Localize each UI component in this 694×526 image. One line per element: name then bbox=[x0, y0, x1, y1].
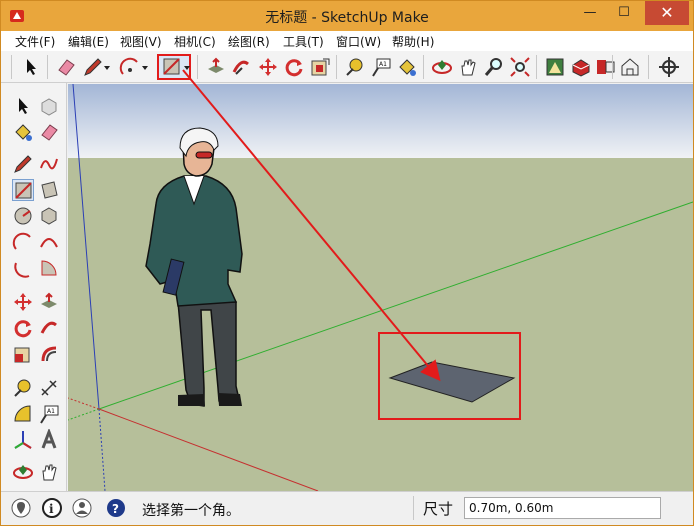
main-toolbar: A1 bbox=[1, 51, 693, 83]
title-bar[interactable]: 无标题 - SketchUp Make — ☐ ✕ bbox=[1, 1, 693, 31]
pan-icon[interactable] bbox=[38, 461, 60, 483]
make-component-icon[interactable] bbox=[38, 95, 60, 117]
status-message: 选择第一个角。 bbox=[142, 503, 240, 519]
left-toolbar: A1 bbox=[1, 83, 67, 491]
rotate-icon[interactable] bbox=[283, 56, 305, 78]
toolbar-separator bbox=[197, 55, 198, 79]
svg-text:A1: A1 bbox=[379, 61, 387, 68]
rotate-icon[interactable] bbox=[12, 317, 34, 339]
help-icon[interactable]: ? bbox=[106, 498, 126, 518]
circle-icon[interactable] bbox=[12, 205, 34, 227]
menu-draw[interactable]: 绘图(R) bbox=[228, 33, 270, 50]
extension-icon[interactable] bbox=[570, 56, 592, 78]
two-point-arc-icon[interactable] bbox=[38, 231, 60, 253]
text-icon[interactable]: A1 bbox=[38, 403, 60, 425]
svg-text:?: ? bbox=[112, 502, 119, 516]
rectangle-icon[interactable] bbox=[157, 54, 191, 80]
offset-icon[interactable] bbox=[309, 56, 331, 78]
sky bbox=[68, 84, 693, 158]
paint-bucket-icon[interactable] bbox=[396, 56, 418, 78]
three-point-arc-icon[interactable] bbox=[12, 257, 34, 279]
select-icon[interactable] bbox=[12, 95, 34, 117]
rotated-rectangle-icon[interactable] bbox=[38, 179, 60, 201]
rectangle-icon[interactable] bbox=[12, 179, 34, 201]
protractor-icon[interactable] bbox=[12, 403, 34, 425]
tape-measure-icon[interactable] bbox=[12, 377, 34, 399]
pie-icon[interactable] bbox=[38, 257, 60, 279]
orbit-icon[interactable] bbox=[12, 461, 34, 483]
menu-file[interactable]: 文件(F) bbox=[15, 33, 55, 50]
paint-bucket-icon[interactable] bbox=[12, 121, 34, 143]
status-bar: i ? 选择第一个角。 尺寸 0.70m, 0.60m bbox=[1, 491, 693, 525]
menu-help[interactable]: 帮助(H) bbox=[392, 33, 434, 50]
push-pull-icon[interactable] bbox=[205, 56, 227, 78]
pencil-icon[interactable] bbox=[12, 153, 34, 175]
dimension-icon[interactable] bbox=[38, 377, 60, 399]
arc-icon[interactable] bbox=[119, 56, 141, 78]
measurements-label: 尺寸 bbox=[423, 500, 454, 518]
push-pull-icon[interactable] bbox=[38, 291, 60, 313]
maximize-button[interactable]: ☐ bbox=[609, 1, 639, 25]
toolbar-separator bbox=[536, 55, 537, 79]
eraser-icon[interactable] bbox=[38, 121, 60, 143]
orbit-icon[interactable] bbox=[431, 56, 453, 78]
scene-canvas[interactable] bbox=[68, 84, 693, 491]
menu-view[interactable]: 视图(V) bbox=[120, 33, 162, 50]
3d-text-icon[interactable] bbox=[38, 427, 60, 451]
move-icon[interactable] bbox=[257, 56, 279, 78]
menu-tools[interactable]: 工具(T) bbox=[283, 33, 324, 50]
scale-icon[interactable] bbox=[12, 343, 34, 365]
zoom-extents-icon[interactable] bbox=[509, 56, 531, 78]
toolbar-separator bbox=[47, 55, 48, 79]
chevron-down-icon[interactable] bbox=[141, 56, 149, 78]
pan-icon[interactable] bbox=[457, 56, 479, 78]
text-icon[interactable]: A1 bbox=[370, 56, 392, 78]
freehand-icon[interactable] bbox=[38, 153, 60, 175]
offset-icon[interactable] bbox=[38, 343, 60, 365]
svg-text:i: i bbox=[49, 502, 54, 516]
position-camera-icon[interactable] bbox=[658, 56, 680, 78]
components-icon[interactable] bbox=[595, 56, 617, 78]
info-icon[interactable]: i bbox=[42, 498, 62, 518]
move-icon[interactable] bbox=[12, 291, 34, 313]
zoom-icon[interactable] bbox=[483, 56, 505, 78]
menu-bar: 文件(F) 编辑(E) 视图(V) 相机(C) 绘图(R) 工具(T) 窗口(W… bbox=[1, 31, 693, 51]
sketchup-window: 无标题 - SketchUp Make — ☐ ✕ 文件(F) 编辑(E) 视图… bbox=[0, 0, 694, 526]
toolbar-separator bbox=[423, 55, 424, 79]
minimize-button[interactable]: — bbox=[575, 1, 605, 25]
measurements-input[interactable]: 0.70m, 0.60m bbox=[464, 497, 661, 519]
modeling-viewport[interactable] bbox=[68, 84, 693, 491]
toolbar-separator bbox=[336, 55, 337, 79]
follow-me-icon[interactable] bbox=[38, 317, 60, 339]
status-separator bbox=[413, 496, 414, 520]
eraser-icon[interactable] bbox=[55, 56, 77, 78]
follow-me-icon[interactable] bbox=[230, 56, 252, 78]
axes-icon[interactable] bbox=[12, 429, 34, 451]
pencil-icon[interactable] bbox=[82, 56, 104, 78]
user-icon[interactable] bbox=[72, 498, 92, 518]
toolbar-separator bbox=[612, 55, 613, 79]
geo-location-icon[interactable] bbox=[11, 498, 31, 518]
menu-edit[interactable]: 编辑(E) bbox=[68, 33, 109, 50]
toolbar-grip bbox=[11, 55, 12, 79]
svg-text:A1: A1 bbox=[47, 408, 55, 415]
chevron-down-icon[interactable] bbox=[103, 56, 111, 78]
menu-window[interactable]: 窗口(W) bbox=[336, 33, 381, 50]
menu-camera[interactable]: 相机(C) bbox=[174, 33, 216, 50]
3d-warehouse-icon[interactable] bbox=[544, 56, 566, 78]
arc-icon[interactable] bbox=[12, 231, 34, 253]
polygon-icon[interactable] bbox=[38, 205, 60, 227]
tape-measure-icon[interactable] bbox=[344, 56, 366, 78]
close-button[interactable]: ✕ bbox=[645, 1, 689, 25]
toolbar-separator bbox=[648, 55, 649, 79]
house-icon[interactable] bbox=[619, 56, 641, 78]
select-icon[interactable] bbox=[20, 56, 42, 78]
